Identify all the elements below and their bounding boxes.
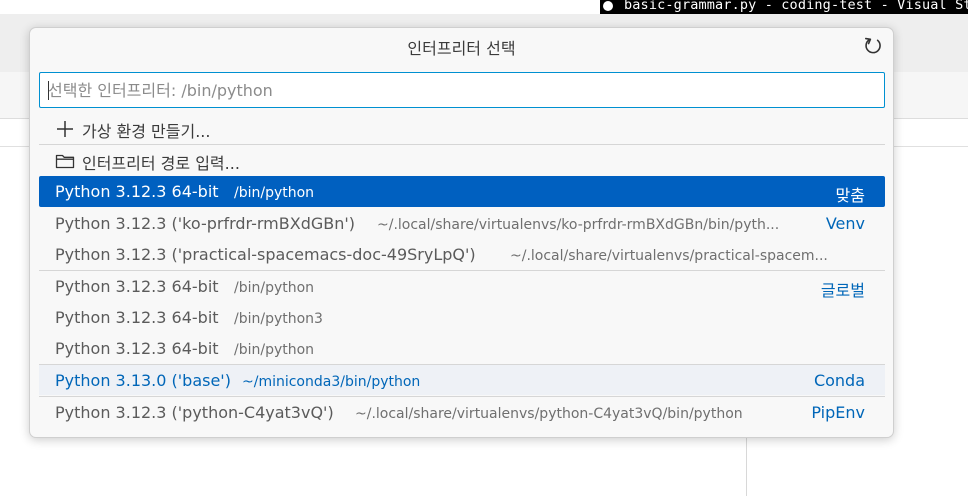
unsaved-dot-icon [603, 1, 613, 11]
text-cursor [48, 81, 49, 100]
interpreter-label: Python 3.12.3 ('ko-prfrdr-rmBXdGBn') [55, 214, 355, 233]
interpreter-path: ~/.local/share/virtualenvs/practical-spa… [510, 248, 828, 264]
interpreter-item[interactable]: Python 3.13.0 ('base') ~/miniconda3/bin/… [39, 364, 885, 395]
window-title: basic-grammar.py - coding-test - Visual … [624, 0, 968, 13]
interpreter-tag: Venv [825, 214, 865, 233]
interpreter-label: Python 3.12.3 64-bit [55, 339, 219, 358]
interpreter-path: ~/.local/share/virtualenvs/ko-prfrdr-rmB… [377, 217, 780, 233]
interpreter-path: ~/.local/share/virtualenvs/python-C4yat3… [355, 406, 743, 422]
interpreter-path: /bin/python [234, 342, 315, 358]
interpreter-tag: Conda [813, 371, 865, 390]
quick-pick-title: 인터프리터 선택 [407, 39, 516, 58]
interpreter-path: /bin/python3 [234, 311, 323, 327]
interpreter-tag: 글로벌 [820, 281, 865, 300]
interpreter-item[interactable]: Python 3.12.3 ('python-C4yat3vQ') ~/.loc… [39, 396, 885, 427]
interpreter-label: Python 3.12.3 64-bit [55, 308, 219, 327]
interpreter-tag: 맞춤 [835, 186, 865, 205]
interpreter-label: Python 3.12.3 64-bit [55, 277, 219, 296]
interpreter-quick-pick: 인터프리터 선택 가상 환경 만들기... 인터프리터 경로 입력... [29, 27, 894, 438]
create-venv-label: 가상 환경 만들기... [82, 122, 211, 141]
refresh-icon [865, 37, 881, 54]
interpreter-search-field [39, 72, 885, 108]
interpreter-item[interactable]: Python 3.12.3 64-bit /bin/python 글로벌 [39, 270, 885, 301]
interpreter-item[interactable]: Python 3.12.3 64-bit /bin/python3 [39, 302, 885, 333]
interpreter-item[interactable]: Python 3.12.3 64-bit /bin/python [39, 333, 885, 364]
refresh-button[interactable] [860, 33, 886, 59]
interpreter-label: Python 3.13.0 ('base') [55, 371, 231, 390]
folder-icon [55, 154, 75, 169]
quick-pick-header: 인터프리터 선택 [30, 28, 893, 64]
interpreter-path: /bin/python [234, 185, 315, 201]
interpreter-item[interactable]: Python 3.12.3 64-bit /bin/python 맞춤 [39, 176, 885, 207]
interpreter-label: Python 3.12.3 64-bit [55, 182, 219, 201]
interpreter-tag: PipEnv [811, 403, 865, 422]
interpreter-label: Python 3.12.3 ('practical-spacemacs-doc-… [55, 245, 476, 264]
enter-interpreter-path-action[interactable]: 인터프리터 경로 입력... [39, 144, 885, 175]
enter-interpreter-path-label: 인터프리터 경로 입력... [82, 154, 240, 173]
add-icon [57, 121, 73, 137]
interpreter-search-input[interactable] [40, 73, 884, 107]
create-venv-action[interactable]: 가상 환경 만들기... [39, 113, 885, 144]
interpreter-path: ~/miniconda3/bin/python [242, 374, 421, 390]
interpreter-list: 가상 환경 만들기... 인터프리터 경로 입력... Python 3.12.… [39, 113, 885, 433]
interpreter-item[interactable]: Python 3.12.3 ('practical-spacemacs-doc-… [39, 239, 885, 270]
interpreter-path: /bin/python [234, 280, 315, 296]
interpreter-item[interactable]: Python 3.12.3 ('ko-prfrdr-rmBXdGBn') ~/.… [39, 208, 885, 239]
interpreter-label: Python 3.12.3 ('python-C4yat3vQ') [55, 403, 334, 422]
